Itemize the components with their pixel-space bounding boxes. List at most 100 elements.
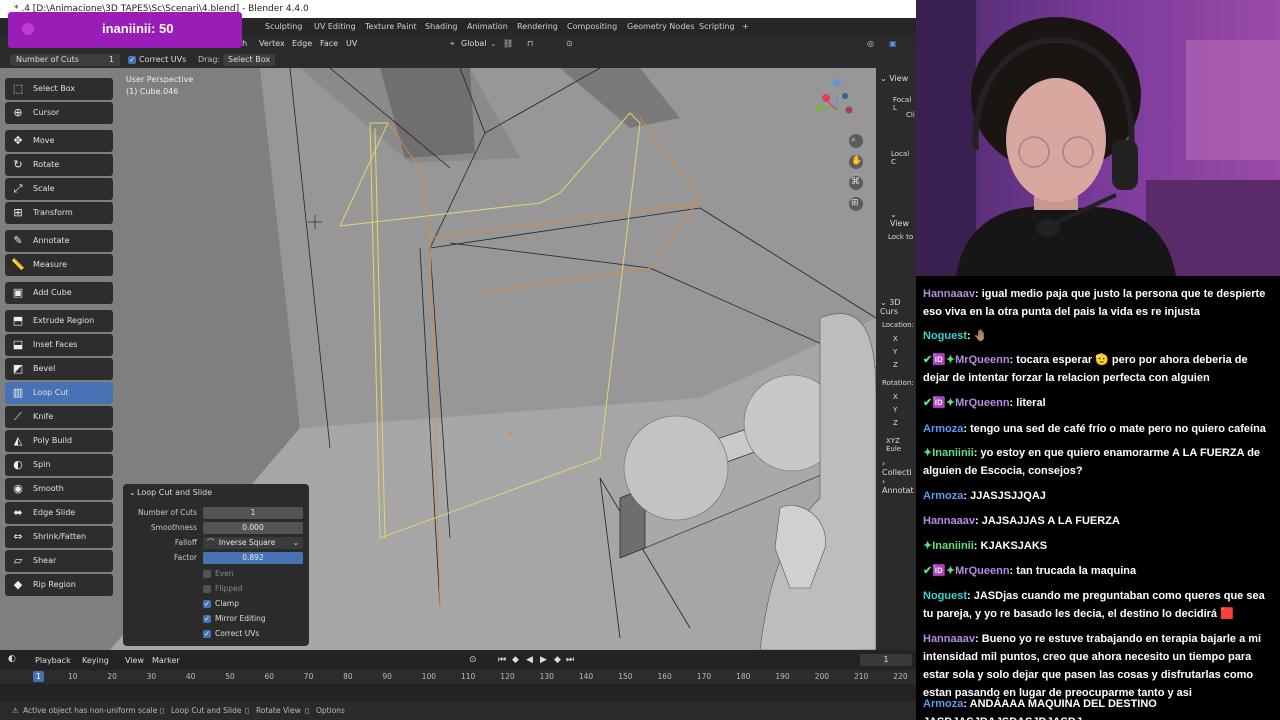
- tool-knife[interactable]: ⟋ Knife: [5, 406, 113, 428]
- record-icon[interactable]: ⊙: [469, 655, 477, 665]
- tool-select-box[interactable]: ⬚ Select Box: [5, 78, 113, 100]
- chat-username[interactable]: MrQueenn: [955, 354, 1009, 366]
- tool-annotate[interactable]: ✎ Annotate: [5, 230, 113, 252]
- number-of-cuts-field[interactable]: Number of Cuts 1: [10, 54, 120, 66]
- tool-cursor[interactable]: ⊕ Cursor: [5, 102, 113, 124]
- transform-orientation-select[interactable]: Global: [461, 35, 487, 52]
- tool-smooth[interactable]: ◉ Smooth: [5, 478, 113, 500]
- tool-transform[interactable]: ⊞ Transform: [5, 202, 113, 224]
- loc-x-label: X: [893, 335, 898, 343]
- chat-username[interactable]: MrQueenn: [955, 397, 1009, 409]
- menu-vertex[interactable]: Vertex: [259, 35, 285, 52]
- tool-rotate[interactable]: ↻ Rotate: [5, 154, 113, 176]
- chat-message: Noguest: JASDjas cuando me preguntaban c…: [923, 587, 1275, 623]
- tool-inset-faces[interactable]: ⬓ Inset Faces: [5, 334, 113, 356]
- chat-text: JASDjas cuando me preguntaban como quere…: [923, 590, 1265, 620]
- timeline-menu-playback[interactable]: Playback: [35, 656, 71, 665]
- number-of-cuts-field[interactable]: 1: [203, 507, 303, 519]
- timeline-menu-keying[interactable]: Keying: [82, 656, 109, 665]
- chat-username[interactable]: Inaniinii: [932, 540, 974, 552]
- workspace-tab[interactable]: UV Editing: [314, 18, 356, 35]
- 3d-cursor-header[interactable]: ⌄ 3D Curs: [880, 298, 916, 316]
- tool-label: Annotate: [33, 236, 70, 245]
- chat-username[interactable]: Hannaaav: [923, 515, 975, 527]
- clamp-checkbox[interactable]: ✓: [203, 600, 211, 608]
- current-frame-field[interactable]: 1: [860, 654, 912, 666]
- tool-shear[interactable]: ▱ Shear: [5, 550, 113, 572]
- collections-header[interactable]: › Collecti: [882, 459, 916, 477]
- factor-slider[interactable]: 0.892: [203, 552, 303, 564]
- chat-username[interactable]: Inaniinii: [932, 447, 974, 459]
- play-reverse-icon[interactable]: ◀: [526, 655, 533, 665]
- play-icon[interactable]: ▶: [540, 655, 547, 665]
- chat-username[interactable]: Hannaaav: [923, 633, 975, 645]
- timeline-menu-view[interactable]: View: [125, 656, 144, 665]
- chat-username[interactable]: Hannaaav: [923, 288, 975, 300]
- even-checkbox[interactable]: [203, 570, 211, 578]
- jump-end-icon[interactable]: ⏭: [566, 655, 574, 665]
- tool-bevel[interactable]: ◩ Bevel: [5, 358, 113, 380]
- snap-icon[interactable]: ⊓: [527, 35, 533, 52]
- workspace-tab[interactable]: Sculpting: [265, 18, 302, 35]
- chat-username[interactable]: Noguest: [923, 590, 967, 602]
- jump-start-icon[interactable]: ⏮: [498, 655, 506, 665]
- correct-uvs-checkbox[interactable]: ✓: [128, 56, 136, 64]
- next-keyframe-icon[interactable]: ◆: [554, 655, 561, 665]
- workspace-tab[interactable]: Compositing: [567, 18, 617, 35]
- view-panel-header[interactable]: ⌄ View: [880, 74, 908, 83]
- xray-icon[interactable]: ▣: [889, 35, 897, 52]
- tool-extrude-region[interactable]: ⬒ Extrude Region: [5, 310, 113, 332]
- tool-loop-cut[interactable]: ▥ Loop Cut: [5, 382, 113, 404]
- tool-spin[interactable]: ◐ Spin: [5, 454, 113, 476]
- tool-poly-build[interactable]: ◭ Poly Build: [5, 430, 113, 452]
- view-lock-header[interactable]: ⌄ View: [890, 210, 916, 228]
- falloff-select[interactable]: ⌒ Inverse Square ⌄: [203, 537, 303, 549]
- tool-add-cube[interactable]: ▣ Add Cube: [5, 282, 113, 304]
- grid-icon[interactable]: ⊞: [851, 198, 859, 208]
- camera-icon[interactable]: ⌘: [851, 177, 860, 187]
- workspace-tab[interactable]: Texture Paint: [365, 18, 417, 35]
- flipped-checkbox[interactable]: [203, 585, 211, 593]
- tool-scale[interactable]: ⤢ Scale: [5, 178, 113, 200]
- workspace-tab[interactable]: Rendering: [517, 18, 558, 35]
- overlay-icon[interactable]: ◎: [867, 35, 874, 52]
- smoothness-field[interactable]: 0.000: [203, 522, 303, 534]
- menu-edge[interactable]: Edge: [292, 35, 312, 52]
- chat-username[interactable]: Noguest: [923, 330, 967, 342]
- menu-face[interactable]: Face: [320, 35, 338, 52]
- workspace-tab[interactable]: Animation: [467, 18, 508, 35]
- timeline-menu-marker[interactable]: Marker: [152, 656, 180, 665]
- proportional-edit-icon[interactable]: ⊙: [566, 35, 573, 52]
- workspace-tab[interactable]: Scripting: [699, 18, 735, 35]
- tool-measure[interactable]: 📏 Measure: [5, 254, 113, 276]
- chat-text: JAJSAJJAS A LA FUERZA: [981, 515, 1120, 527]
- correct-uvs-checkbox[interactable]: ✓: [203, 630, 211, 638]
- tool-edge-slide[interactable]: ⬌ Edge Slide: [5, 502, 113, 524]
- prev-keyframe-icon[interactable]: ◆: [512, 655, 519, 665]
- workspace-tab[interactable]: +: [742, 18, 749, 35]
- chat-username[interactable]: Armoza: [923, 490, 963, 502]
- tool-rip-region[interactable]: ◆ Rip Region: [5, 574, 113, 596]
- chat-message: Noguest: 🤚🏽: [923, 327, 1275, 345]
- tool-move[interactable]: ✥ Move: [5, 130, 113, 152]
- editor-type-icon[interactable]: ◐: [8, 654, 16, 664]
- menu-uv[interactable]: UV: [346, 35, 357, 52]
- drag-select[interactable]: Select Box: [223, 54, 275, 66]
- falloff-value: Inverse Square: [218, 538, 276, 547]
- timeline-tick-label: 140: [578, 672, 594, 681]
- chat-username[interactable]: Armoza: [923, 423, 963, 435]
- redo-panel-chevron-icon[interactable]: ⌄: [129, 487, 136, 499]
- annotate-icon: ✎: [13, 234, 23, 247]
- chat-username[interactable]: Armoza: [923, 698, 963, 710]
- mirror-editing-checkbox[interactable]: ✓: [203, 615, 211, 623]
- annotations-header[interactable]: › Annotat: [882, 477, 916, 495]
- pivot-icon[interactable]: ⛓: [503, 35, 513, 52]
- workspace-tab[interactable]: Shading: [425, 18, 458, 35]
- zoom-icon[interactable]: ⌕: [851, 135, 856, 145]
- timeline-tick-label: 150: [618, 672, 633, 681]
- workspace-tab[interactable]: Geometry Nodes: [627, 18, 694, 35]
- pan-icon[interactable]: ✋: [851, 156, 862, 166]
- tool-shrink-fatten[interactable]: ⇔ Shrink/Fatten: [5, 526, 113, 548]
- rotation-mode-select[interactable]: XYZ Eule: [886, 437, 916, 453]
- chat-username[interactable]: MrQueenn: [955, 565, 1009, 577]
